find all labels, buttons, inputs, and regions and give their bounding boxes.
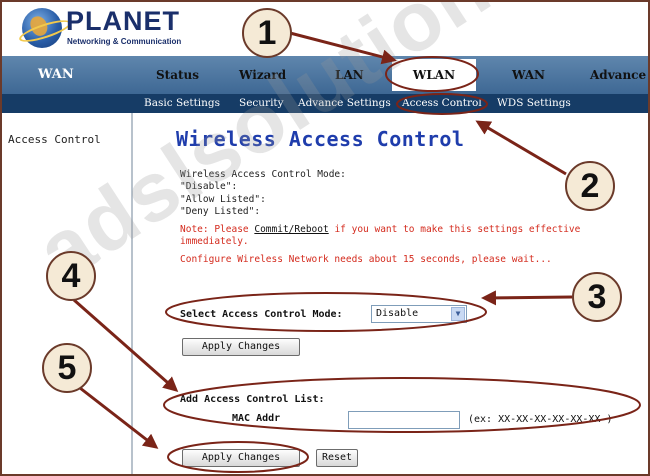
brand-name: PLANET (66, 6, 180, 36)
mac-format-hint: (ex: XX-XX-XX-XX-XX-XX ) (468, 414, 613, 425)
note-prefix: Note: Please (180, 224, 255, 235)
sidebar-item-access-control[interactable]: Access Control (8, 133, 101, 146)
chevron-down-icon[interactable]: ▼ (451, 307, 465, 321)
globe-icon (22, 8, 62, 48)
brand-tagline: Networking & Communication (67, 37, 182, 46)
planet-logo: PLANET Networking & Communication (22, 6, 202, 52)
step-marker-1: 1 (242, 8, 292, 58)
step-marker-4: 4 (46, 251, 96, 301)
apply-list-button[interactable]: Apply Changes (182, 449, 300, 467)
configure-wait-text: Configure Wireless Network needs about 1… (180, 254, 552, 265)
access-mode-select[interactable]: Disable ▼ (371, 305, 467, 323)
add-list-label: Add Access Control List: (180, 394, 325, 405)
nav-wan-home[interactable]: WAN (38, 56, 74, 94)
mac-addr-input[interactable] (348, 411, 460, 429)
step-marker-3: 3 (572, 272, 622, 322)
nav-advance[interactable]: Advance (590, 56, 646, 94)
reset-button[interactable]: Reset (316, 449, 358, 467)
access-mode-value: Disable (376, 308, 419, 319)
step-number-1: 1 (257, 14, 277, 52)
subnav-access-control[interactable]: Access Control (402, 94, 482, 113)
mac-addr-label: MAC Addr (232, 413, 281, 424)
step-marker-5: 5 (42, 343, 92, 393)
step-number-3: 3 (587, 278, 607, 316)
commit-reboot-link[interactable]: Commit/Reboot (254, 224, 328, 235)
subnav-wds-settings[interactable]: WDS Settings (497, 94, 571, 113)
nav-wan[interactable]: WAN (512, 56, 545, 94)
step-marker-2: 2 (565, 161, 615, 211)
apply-mode-button[interactable]: Apply Changes (182, 338, 300, 356)
step-number-5: 5 (57, 349, 77, 387)
note-text: Note: Please Commit/Reboot if you want t… (180, 224, 610, 249)
step-number-2: 2 (580, 167, 600, 205)
step-number-4: 4 (61, 257, 81, 295)
select-mode-label: Select Access Control Mode: (180, 309, 343, 320)
nav-status[interactable]: Status (156, 56, 199, 94)
